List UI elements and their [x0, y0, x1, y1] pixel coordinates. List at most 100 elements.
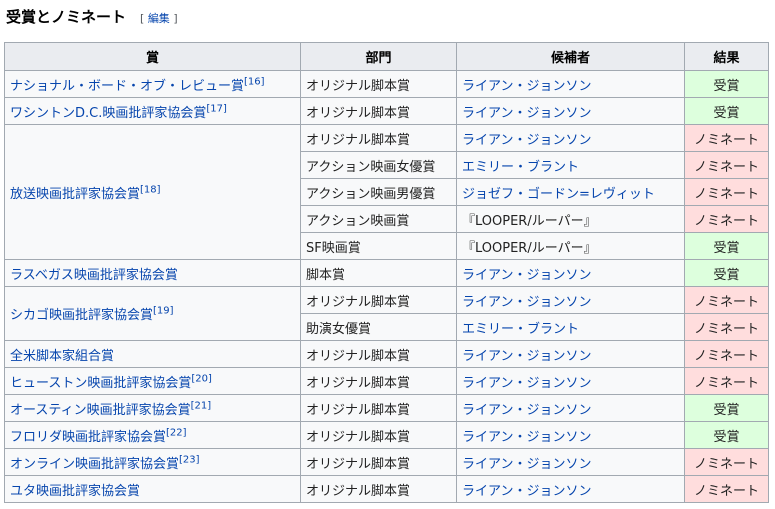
award-link[interactable]: ヒューストン映画批評家協会賞 — [10, 376, 191, 391]
nominee-link[interactable]: ライアン・ジョンソン — [462, 484, 591, 499]
category-cell: 助演女優賞 — [300, 313, 457, 341]
result-cell: ノミネート — [684, 286, 769, 314]
category-cell: オリジナル脚本賞 — [300, 340, 457, 368]
table-row: 全米脚本家組合賞 オリジナル脚本賞 ライアン・ジョンソン ノミネート — [4, 340, 769, 368]
nominee-link[interactable]: ライアン・ジョンソン — [462, 106, 591, 121]
table-row: ヒューストン映画批評家協会賞[20] オリジナル脚本賞 ライアン・ジョンソン ノ… — [4, 367, 769, 395]
ref-link[interactable]: [19] — [153, 306, 174, 317]
award-link[interactable]: ユタ映画批評家協会賞 — [10, 484, 140, 499]
award-cell: オンライン映画批評家協会賞[23] — [4, 448, 301, 476]
nominee-cell: ライアン・ジョンソン — [456, 475, 685, 503]
table-row: 放送映画批評家協会賞[18] オリジナル脚本賞 ライアン・ジョンソン ノミネート — [4, 124, 769, 260]
category-cell: オリジナル脚本賞 — [300, 97, 457, 125]
award-link[interactable]: オースティン映画批評家協会賞 — [10, 403, 191, 418]
ref-link[interactable]: [20] — [191, 373, 212, 384]
result-cell: 受賞 — [684, 394, 769, 422]
ref-link[interactable]: [23] — [179, 454, 200, 465]
result-cell: ノミネート — [684, 367, 769, 395]
nominee-cell: ライアン・ジョンソン — [456, 421, 685, 449]
category-cell: オリジナル脚本賞 — [300, 448, 457, 476]
nominee-link[interactable]: ライアン・ジョンソン — [462, 133, 591, 148]
nominee-link[interactable]: ライアン・ジョンソン — [462, 268, 591, 283]
award-link[interactable]: ナショナル・ボード・オブ・レビュー賞 — [10, 79, 244, 94]
edit-link[interactable]: 編集 — [148, 12, 170, 25]
ref-link[interactable]: [22] — [166, 427, 187, 438]
nominee-link[interactable]: ライアン・ジョンソン — [462, 457, 591, 472]
nominee-text: 『LOOPER/ルーパー』 — [462, 240, 597, 256]
category-cell: 脚本賞 — [300, 259, 457, 287]
table-row: シカゴ映画批評家協会賞[19] オリジナル脚本賞 ライアン・ジョンソン ノミネー… — [4, 286, 769, 341]
nominee-link[interactable]: ライアン・ジョンソン — [462, 349, 591, 364]
award-link[interactable]: ラスベガス映画批評家協会賞 — [10, 268, 178, 283]
result-cell: ノミネート — [684, 205, 769, 233]
nominee-cell: 『LOOPER/ルーパー』 — [456, 205, 685, 233]
result-cell: ノミネート — [684, 340, 769, 368]
nominee-link[interactable]: エミリー・ブラント — [462, 160, 579, 175]
table-row: オースティン映画批評家協会賞[21] オリジナル脚本賞 ライアン・ジョンソン 受… — [4, 394, 769, 422]
ref-link[interactable]: [21] — [191, 400, 212, 411]
category-cell: オリジナル脚本賞 — [300, 70, 457, 98]
nominee-cell: ライアン・ジョンソン — [456, 259, 685, 287]
award-cell: シカゴ映画批評家協会賞[19] — [4, 286, 301, 341]
nominee-link[interactable]: ライアン・ジョンソン — [462, 376, 591, 391]
nominee-link[interactable]: ライアン・ジョンソン — [462, 430, 591, 445]
award-cell: 放送映画批評家協会賞[18] — [4, 124, 301, 260]
nominee-link[interactable]: ライアン・ジョンソン — [462, 79, 591, 94]
edit-bracket-close: ] — [173, 12, 178, 25]
nominee-link[interactable]: ライアン・ジョンソン — [462, 403, 591, 418]
category-cell: アクション映画女優賞 — [300, 151, 457, 179]
nominee-cell: ライアン・ジョンソン — [456, 286, 685, 314]
header-result: 結果 — [684, 42, 769, 71]
category-cell: オリジナル脚本賞 — [300, 367, 457, 395]
table-row: ラスベガス映画批評家協会賞 脚本賞 ライアン・ジョンソン 受賞 — [4, 259, 769, 287]
result-cell: ノミネート — [684, 124, 769, 152]
nominee-cell: エミリー・ブラント — [456, 313, 685, 341]
nominee-link[interactable]: ライアン・ジョンソン — [462, 295, 591, 310]
category-cell: オリジナル脚本賞 — [300, 124, 457, 152]
ref-link[interactable]: [16] — [244, 76, 265, 87]
category-cell: アクション映画男優賞 — [300, 178, 457, 206]
header-nominee: 候補者 — [456, 42, 685, 71]
section-title: 受賞とノミネート — [6, 8, 127, 26]
nominee-text: 『LOOPER/ルーパー』 — [462, 213, 597, 229]
category-cell: アクション映画賞 — [300, 205, 457, 233]
result-cell: ノミネート — [684, 475, 769, 503]
award-link[interactable]: 全米脚本家組合賞 — [10, 349, 114, 364]
result-cell: 受賞 — [684, 259, 769, 287]
result-cell: 受賞 — [684, 421, 769, 449]
table-row: ナショナル・ボード・オブ・レビュー賞[16] オリジナル脚本賞 ライアン・ジョン… — [4, 70, 769, 98]
award-cell: 全米脚本家組合賞 — [4, 340, 301, 368]
award-cell: ナショナル・ボード・オブ・レビュー賞[16] — [4, 70, 301, 98]
award-cell: ワシントンD.C.映画批評家協会賞[17] — [4, 97, 301, 125]
award-link[interactable]: フロリダ映画批評家協会賞 — [10, 430, 166, 445]
header-category: 部門 — [300, 42, 457, 71]
award-cell: ヒューストン映画批評家協会賞[20] — [4, 367, 301, 395]
award-cell: オースティン映画批評家協会賞[21] — [4, 394, 301, 422]
award-cell: ラスベガス映画批評家協会賞 — [4, 259, 301, 287]
ref-link[interactable]: [17] — [206, 103, 227, 114]
result-cell: 受賞 — [684, 97, 769, 125]
result-cell: 受賞 — [684, 232, 769, 260]
award-link[interactable]: 放送映画批評家協会賞 — [10, 187, 140, 202]
category-cell: オリジナル脚本賞 — [300, 421, 457, 449]
table-row: フロリダ映画批評家協会賞[22] オリジナル脚本賞 ライアン・ジョンソン 受賞 — [4, 421, 769, 449]
award-link[interactable]: シカゴ映画批評家協会賞 — [10, 308, 153, 323]
nominee-link[interactable]: エミリー・ブラント — [462, 322, 579, 337]
ref-link[interactable]: [18] — [140, 184, 161, 195]
nominee-cell: ジョゼフ・ゴードン=レヴィット — [456, 178, 685, 206]
nominee-link[interactable]: ジョゼフ・ゴードン=レヴィット — [462, 187, 655, 202]
award-link[interactable]: ワシントンD.C.映画批評家協会賞 — [10, 106, 206, 121]
nominee-cell: ライアン・ジョンソン — [456, 394, 685, 422]
nominee-cell: ライアン・ジョンソン — [456, 448, 685, 476]
category-cell: オリジナル脚本賞 — [300, 394, 457, 422]
category-cell: オリジナル脚本賞 — [300, 475, 457, 503]
table-row: オンライン映画批評家協会賞[23] オリジナル脚本賞 ライアン・ジョンソン ノミ… — [4, 448, 769, 476]
section-heading: 受賞とノミネート [ 編集 ] — [6, 6, 178, 30]
header-row: 賞 部門 候補者 結果 — [4, 42, 769, 71]
nominee-cell: ライアン・ジョンソン — [456, 340, 685, 368]
edit-section: [ 編集 ] — [140, 10, 178, 26]
award-cell: フロリダ映画批評家協会賞[22] — [4, 421, 301, 449]
award-link[interactable]: オンライン映画批評家協会賞 — [10, 457, 179, 472]
awards-table: 賞 部門 候補者 結果 ナショナル・ボード・オブ・レビュー賞[16] オリジナル… — [4, 42, 769, 503]
nominee-cell: ライアン・ジョンソン — [456, 70, 685, 98]
